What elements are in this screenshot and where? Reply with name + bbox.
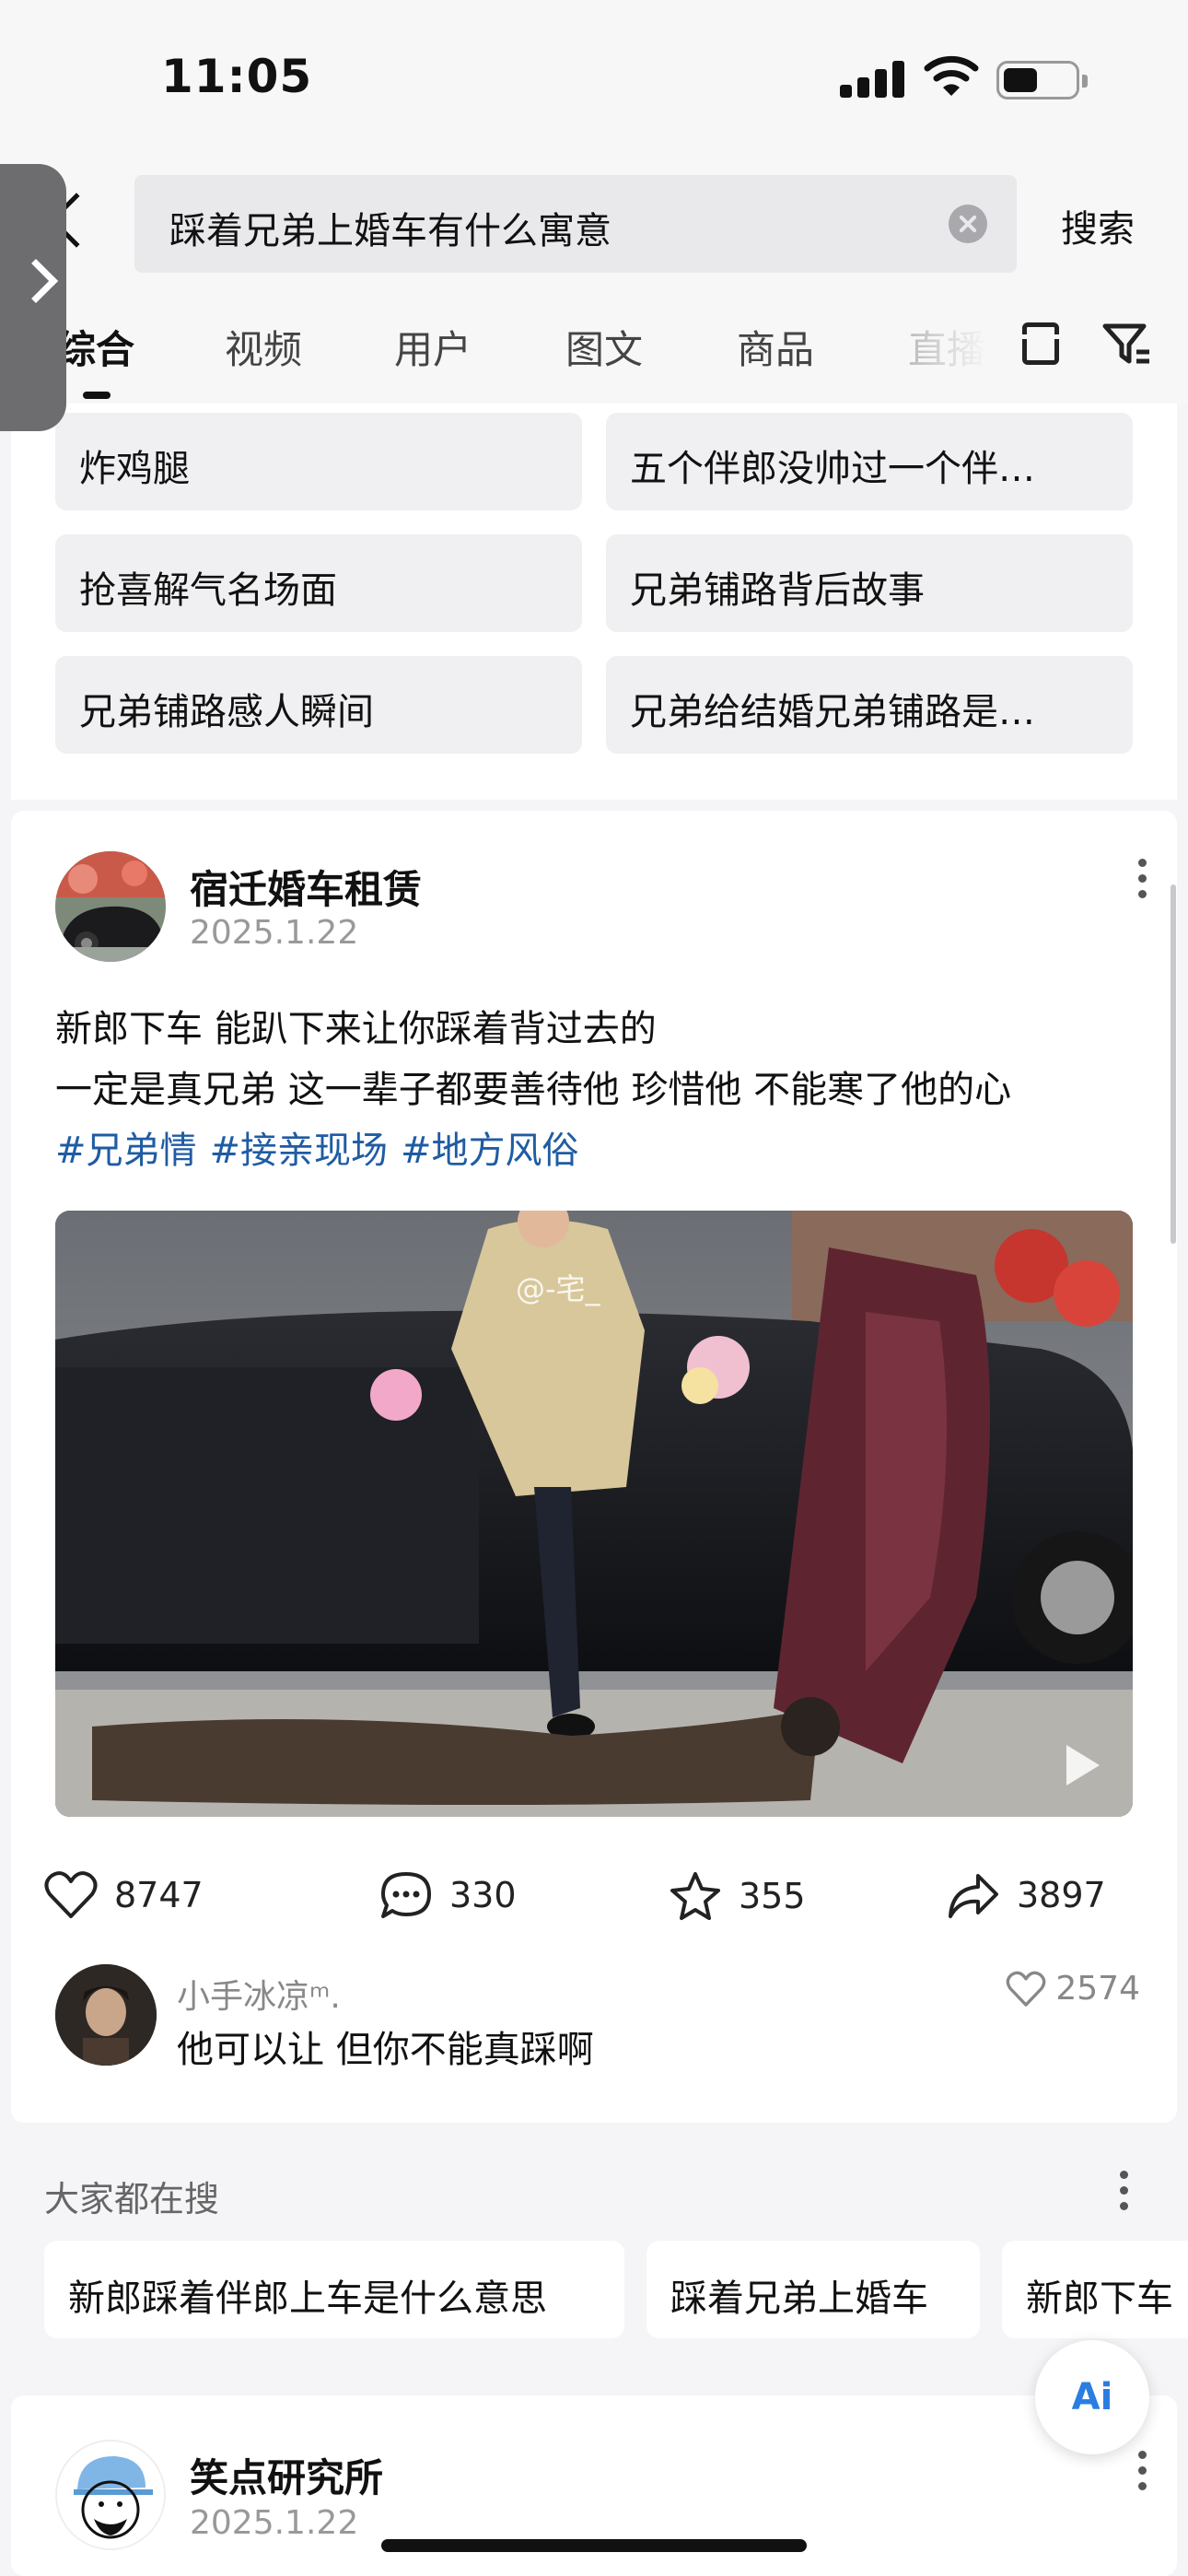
also-search-title: 大家都在搜 bbox=[44, 2179, 220, 2219]
ai-assistant-button[interactable]: Ai bbox=[1035, 2340, 1149, 2454]
star-icon bbox=[670, 1872, 720, 1920]
related-chip[interactable]: 抢喜解气名场面 bbox=[55, 534, 582, 632]
like-button[interactable]: 8747 bbox=[44, 1870, 204, 1920]
home-indicator[interactable] bbox=[381, 2539, 807, 2552]
tab-users[interactable]: 用户 bbox=[394, 319, 472, 375]
commenter-avatar[interactable] bbox=[55, 1964, 157, 2066]
author-avatar[interactable] bbox=[55, 2440, 166, 2550]
author-name[interactable]: 宿迁婚车租赁 bbox=[190, 859, 422, 915]
post-actions: 8747 330 355 3897 bbox=[11, 1861, 1177, 1935]
clear-search-icon[interactable] bbox=[949, 205, 987, 243]
hashtag-link[interactable]: #接亲现场 bbox=[210, 1130, 389, 1172]
post-text-line: 一定是真兄弟 这一辈子都要善待他 珍惜他 不能寒了他的心 bbox=[55, 1069, 1012, 1111]
cellular-signal-icon bbox=[840, 61, 906, 98]
hashtag-link[interactable]: #地方风俗 bbox=[401, 1130, 579, 1172]
hashtag-link[interactable]: #兄弟情 bbox=[55, 1130, 197, 1172]
tab-bar: 综合 视频 用户 图文 商品 直播 bbox=[0, 276, 1188, 404]
tab-video[interactable]: 视频 bbox=[225, 319, 302, 375]
author-name[interactable]: 笑点研究所 bbox=[190, 2447, 383, 2503]
favorite-count: 355 bbox=[739, 1876, 806, 1916]
status-bar: 11:05 bbox=[0, 0, 1188, 157]
play-icon[interactable] bbox=[1066, 1745, 1100, 1786]
commenter-name[interactable]: 小手冰凉ᵐ. bbox=[177, 1970, 341, 2018]
comment-count: 330 bbox=[449, 1875, 517, 1915]
author-avatar[interactable] bbox=[55, 851, 166, 962]
battery-icon bbox=[996, 61, 1088, 100]
related-searches-card: 炸鸡腿 五个伴郎没帅过一个伴… 抢喜解气名场面 兄弟铺路背后故事 兄弟铺路感人瞬… bbox=[11, 404, 1177, 800]
tab-all[interactable]: 综合 bbox=[57, 319, 134, 375]
more-options-icon[interactable] bbox=[1138, 859, 1147, 906]
share-count: 3897 bbox=[1017, 1875, 1106, 1915]
post-date: 2025.1.22 bbox=[190, 914, 359, 952]
search-input[interactable]: 踩着兄弟上婚车有什么寓意 bbox=[134, 175, 1017, 273]
heart-icon bbox=[44, 1871, 98, 1918]
hashtag-list: #兄弟情 #接亲现场 #地方风俗 bbox=[55, 1120, 592, 1174]
tab-image-text[interactable]: 图文 bbox=[565, 319, 643, 375]
layout-toggle-icon[interactable] bbox=[1019, 322, 1063, 365]
heart-icon bbox=[1007, 1971, 1046, 2007]
related-chip[interactable]: 炸鸡腿 bbox=[55, 413, 582, 510]
side-panel-handle[interactable] bbox=[0, 164, 66, 431]
search-button[interactable]: 搜索 bbox=[1061, 199, 1135, 252]
status-time: 11:05 bbox=[161, 50, 313, 103]
search-query-text[interactable]: 踩着兄弟上婚车有什么寓意 bbox=[169, 201, 611, 254]
like-count: 8747 bbox=[114, 1875, 204, 1915]
related-chip[interactable]: 兄弟铺路背后故事 bbox=[606, 534, 1133, 632]
also-search-chip[interactable]: 新郎下车 bbox=[1002, 2241, 1188, 2338]
post-date: 2025.1.22 bbox=[190, 2504, 359, 2542]
also-search-chip[interactable]: 踩着兄弟上婚车 bbox=[646, 2241, 980, 2338]
active-tab-indicator bbox=[83, 392, 111, 399]
share-button[interactable]: 3897 bbox=[947, 1870, 1106, 1920]
scrollbar[interactable] bbox=[1171, 884, 1176, 1244]
comment-like-count: 2574 bbox=[1055, 1970, 1140, 2008]
also-search-chip[interactable]: 新郎踩着伴郎上车是什么意思 bbox=[44, 2241, 624, 2338]
share-icon bbox=[949, 1874, 998, 1918]
search-header: 踩着兄弟上婚车有什么寓意 搜索 bbox=[0, 157, 1188, 276]
post-video-thumbnail[interactable]: @-宅_ bbox=[55, 1211, 1133, 1817]
more-options-icon[interactable] bbox=[1138, 2451, 1147, 2498]
comment-icon bbox=[381, 1872, 431, 1918]
image-watermark: @-宅_ bbox=[516, 1271, 600, 1306]
comment-button[interactable]: 330 bbox=[379, 1870, 517, 1920]
chevron-right-icon bbox=[13, 258, 59, 304]
post-text-line: 新郎下车 能趴下来让你踩着背过去的 bbox=[55, 1008, 657, 1050]
related-chip[interactable]: 兄弟给结婚兄弟铺路是… bbox=[606, 656, 1133, 754]
filter-icon[interactable] bbox=[1101, 319, 1151, 369]
tab-fade bbox=[907, 313, 1008, 378]
post-card[interactable]: 宿迁婚车租赁 2025.1.22 新郎下车 能趴下来让你踩着背过去的 一定是真兄… bbox=[11, 811, 1177, 2123]
tab-products[interactable]: 商品 bbox=[737, 319, 814, 375]
related-chip[interactable]: 五个伴郎没帅过一个伴… bbox=[606, 413, 1133, 510]
more-options-icon[interactable] bbox=[1120, 2171, 1129, 2218]
wifi-icon bbox=[924, 55, 979, 96]
comment-text: 他可以让 但你不能真踩啊 bbox=[177, 2029, 594, 2071]
related-chip[interactable]: 兄弟铺路感人瞬间 bbox=[55, 656, 582, 754]
favorite-button[interactable]: 355 bbox=[669, 1870, 806, 1922]
comment-like-button[interactable]: 2574 bbox=[1006, 1970, 1140, 2008]
